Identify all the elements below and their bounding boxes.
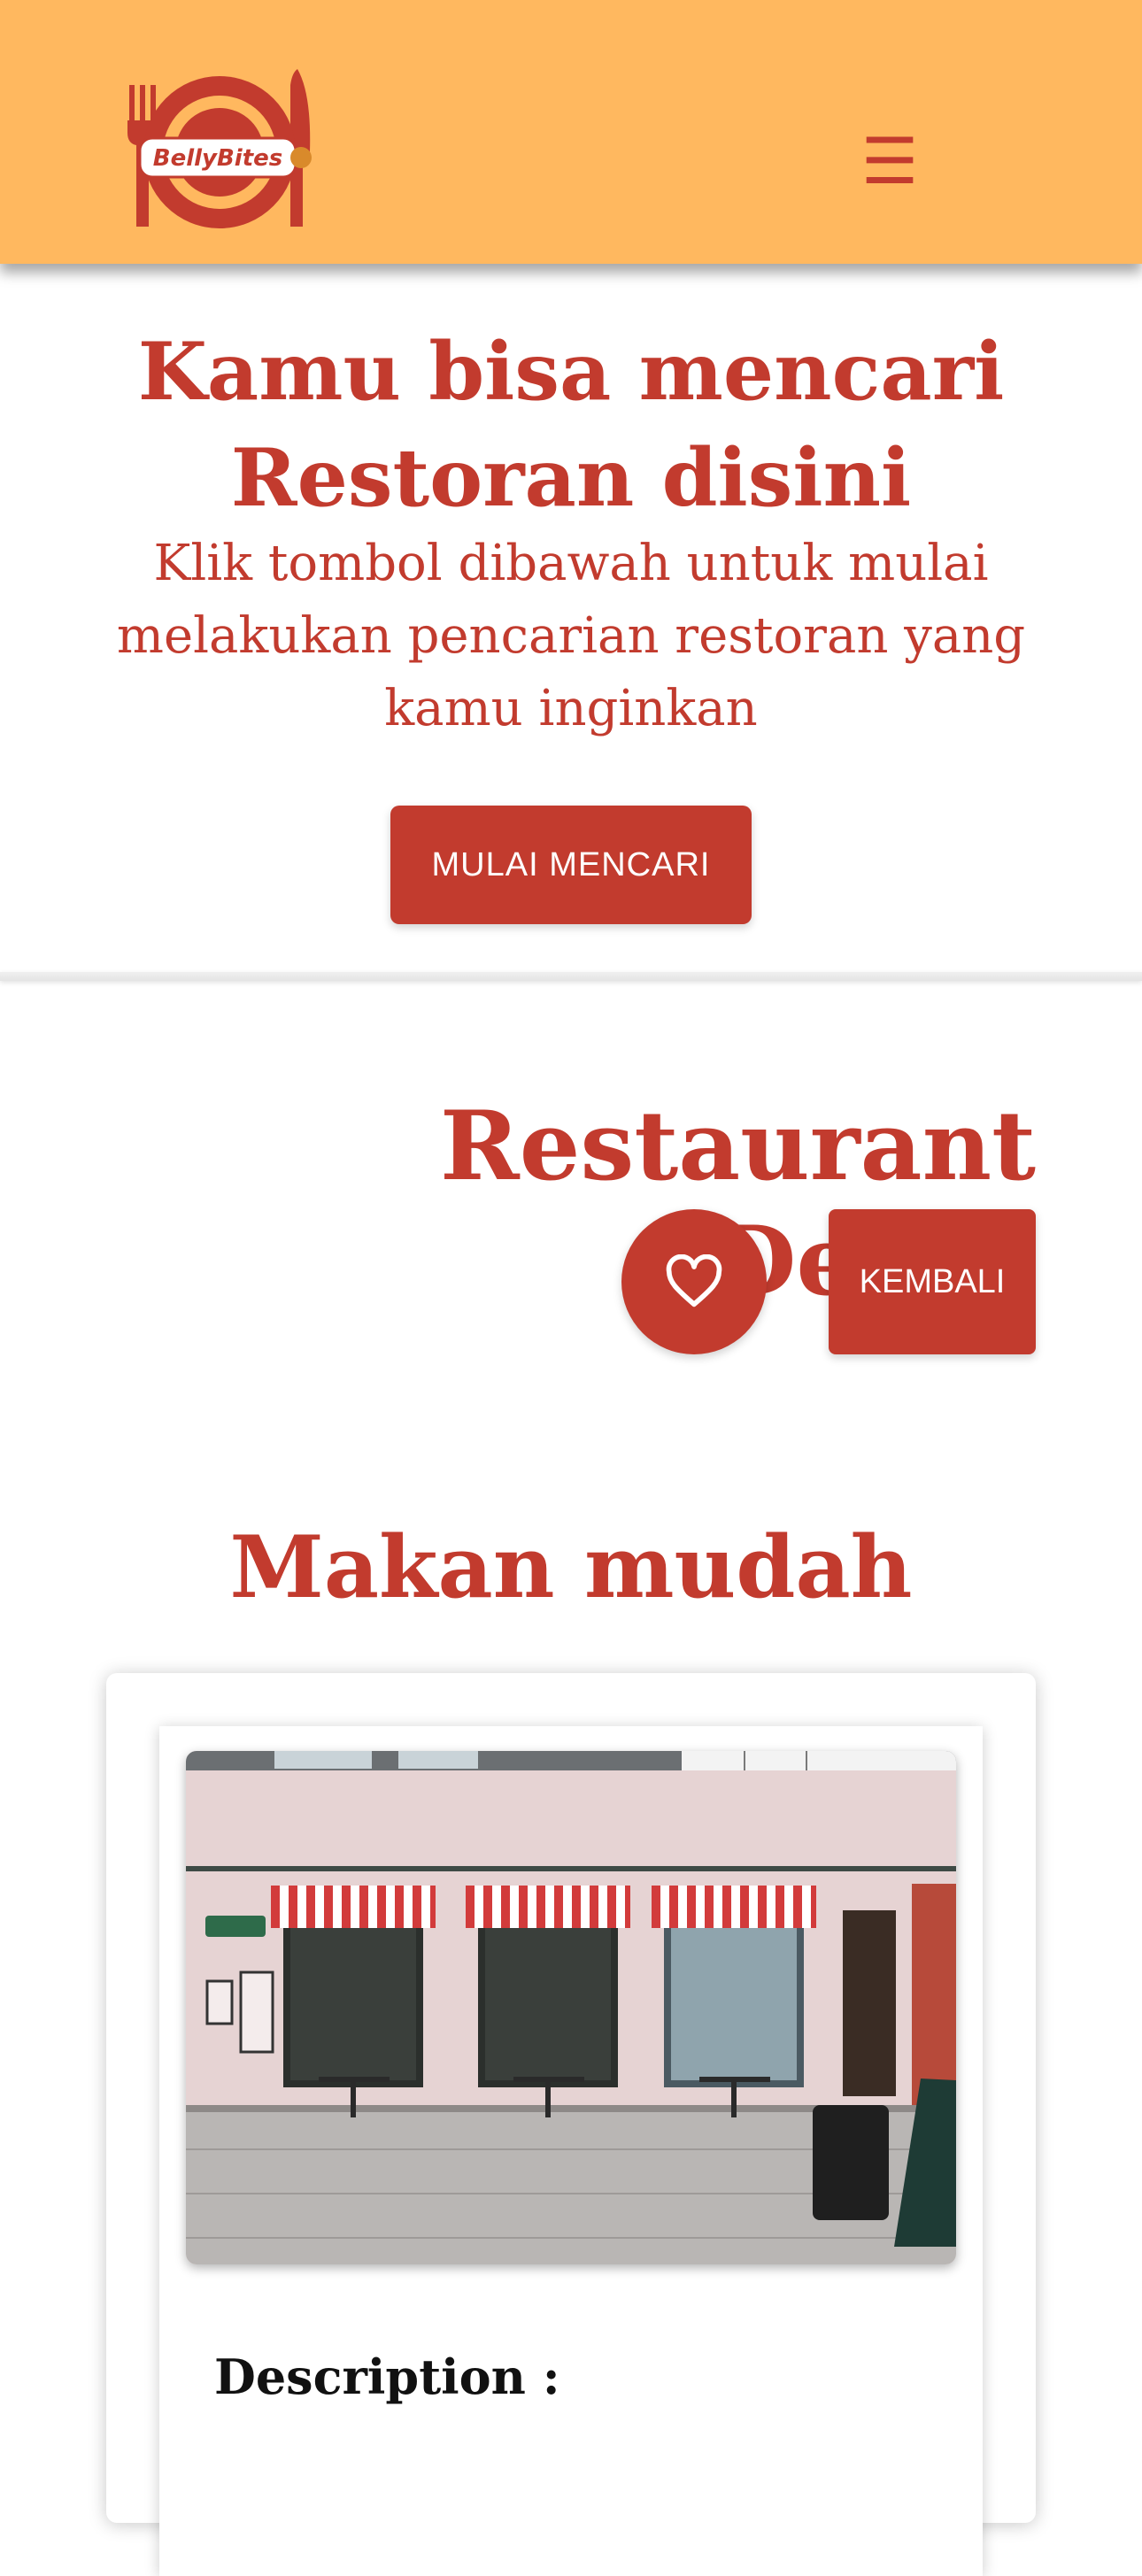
back-button[interactable]: KEMBALI xyxy=(829,1209,1036,1354)
heart-outline-icon xyxy=(666,1254,722,1307)
logo-graphic: BellyBites xyxy=(127,69,312,228)
hero-section: Kamu bisa mencari Restoran disini Klik t… xyxy=(0,264,1142,972)
restaurant-image xyxy=(186,1751,956,2264)
restaurant-card-inner: Description : xyxy=(159,1726,983,2576)
start-search-button[interactable]: MULAI MENCARI xyxy=(390,806,752,924)
hero-subtitle: Klik tombol dibawah untuk mulai melakuka… xyxy=(116,535,1026,737)
section-divider xyxy=(0,972,1142,981)
logo-text: BellyBites xyxy=(153,145,283,172)
favorite-button[interactable] xyxy=(621,1209,767,1354)
restaurant-card: Description : xyxy=(106,1673,1036,2576)
description-label: Description : xyxy=(214,2348,560,2405)
bellybites-logo[interactable]: BellyBites xyxy=(113,67,317,230)
hamburger-menu-icon[interactable]: ☰ xyxy=(850,124,930,198)
app-header: BellyBites ☰ xyxy=(0,0,1142,264)
restaurant-name: Makan mudah xyxy=(229,1517,913,1617)
hero-title: Kamu bisa mencari Restoran disini xyxy=(137,325,1005,525)
restaurant-storefront-image xyxy=(186,1751,956,2264)
